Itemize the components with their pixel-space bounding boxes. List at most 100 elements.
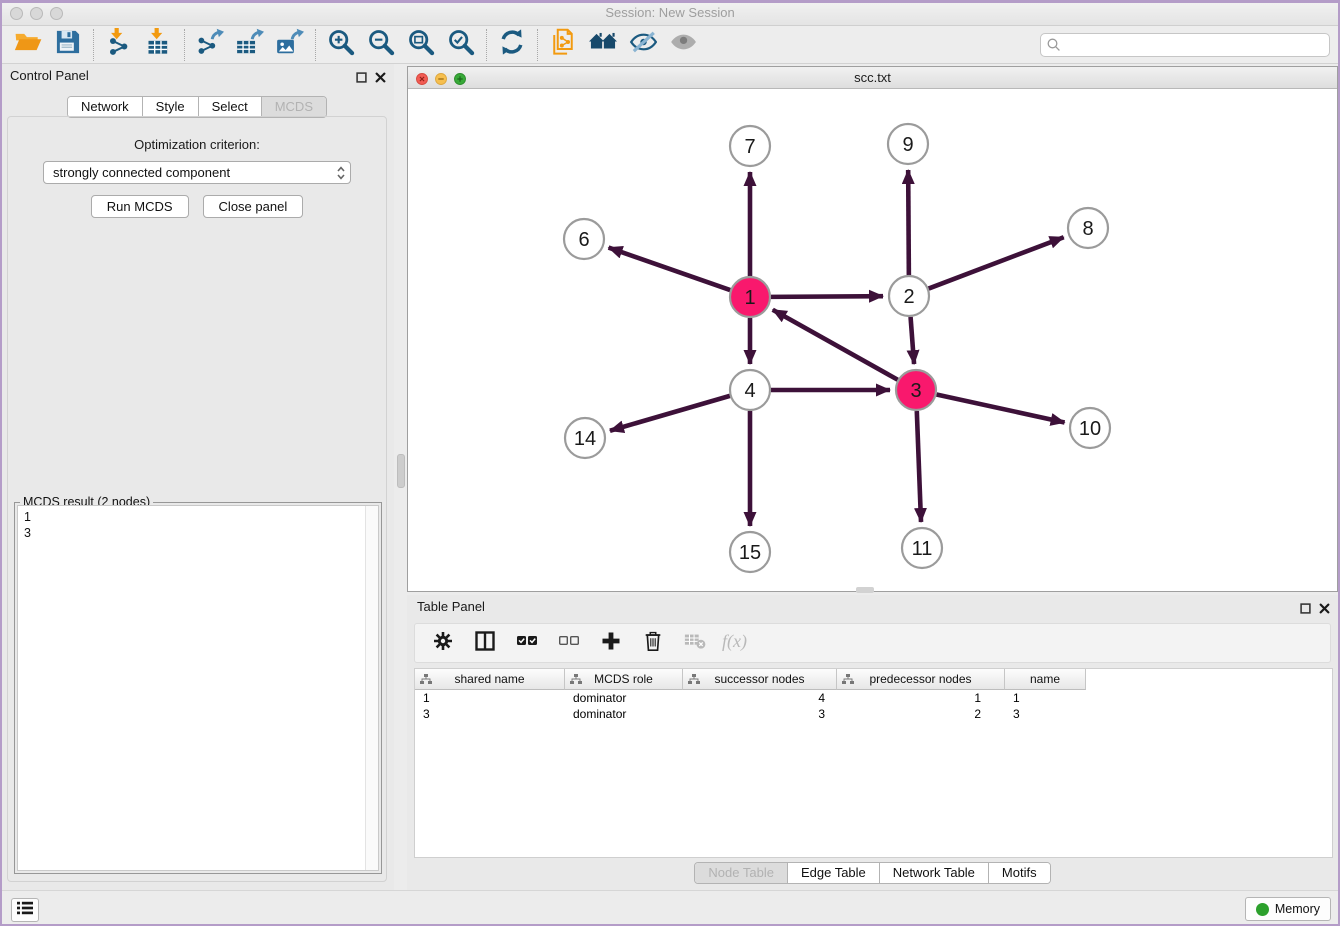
horizontal-splitter-grip[interactable] <box>856 587 874 593</box>
apply-preferred-layout-button[interactable] <box>492 29 532 61</box>
zoom-in-button[interactable] <box>321 29 361 61</box>
show-columns-button[interactable] <box>473 631 497 655</box>
minimize-view-button[interactable] <box>435 72 447 90</box>
graph-edge-2-3[interactable] <box>911 317 915 364</box>
save-session-button[interactable] <box>48 29 88 61</box>
close-window-button[interactable] <box>10 7 23 20</box>
graph-edge-3-11[interactable] <box>917 411 921 522</box>
column-header-shared-name[interactable]: shared name <box>415 669 565 690</box>
table-row[interactable]: 1dominator411 <box>415 690 1332 706</box>
graph-node-15[interactable]: 15 <box>730 532 770 572</box>
column-header-mcds-role[interactable]: MCDS role <box>565 669 683 690</box>
graph-node-9[interactable]: 9 <box>888 124 928 164</box>
graph-node-2[interactable]: 2 <box>889 276 929 316</box>
graph-node-14[interactable]: 14 <box>565 418 605 458</box>
zoom-fit-button[interactable] <box>401 29 441 61</box>
network-canvas[interactable]: 7 9 6 8 1 2 4 3 14 10 15 11 <box>408 89 1337 591</box>
import-network-button[interactable] <box>99 29 139 61</box>
select-all-columns-button[interactable] <box>515 631 539 655</box>
search-input[interactable] <box>1040 33 1330 57</box>
graph-node-label: 4 <box>744 380 755 402</box>
zoom-selected-button[interactable] <box>441 29 481 61</box>
toolbar-separator <box>184 29 185 61</box>
graph-edge-2-8[interactable] <box>929 237 1064 288</box>
column-header-label: successor nodes <box>714 672 804 686</box>
tab-select[interactable]: Select <box>198 97 261 117</box>
maximize-window-button[interactable] <box>50 7 63 20</box>
float-panel-icon[interactable] <box>356 70 367 88</box>
run-mcds-button[interactable]: Run MCDS <box>91 195 189 218</box>
zoom-view-button[interactable] <box>454 72 466 90</box>
panel-splitter-grip[interactable] <box>397 454 405 488</box>
unselect-all-columns-button[interactable] <box>557 631 581 655</box>
zoom-out-button[interactable] <box>361 29 401 61</box>
import-table-button[interactable] <box>139 29 179 61</box>
table-panel: Table Panel f(x) shared nameMCDS role suc… <box>407 595 1338 890</box>
export-image-button[interactable] <box>270 29 310 61</box>
graph-node-label: 1 <box>744 287 755 309</box>
memory-button-label: Memory <box>1275 902 1320 916</box>
graph-node-4[interactable]: 4 <box>730 370 770 410</box>
graph-node-3[interactable]: 3 <box>896 370 936 410</box>
tab-node-table[interactable]: Node Table <box>695 863 787 883</box>
tab-motifs[interactable]: Motifs <box>988 863 1050 883</box>
tab-style[interactable]: Style <box>142 97 198 117</box>
graph-node-11[interactable]: 11 <box>902 528 942 568</box>
memory-button[interactable]: Memory <box>1245 897 1331 921</box>
select-stepper-icon <box>336 165 346 181</box>
graph-edge-2-9[interactable] <box>908 170 909 275</box>
tab-edge-table[interactable]: Edge Table <box>787 863 879 883</box>
delete-columns-button[interactable] <box>641 631 665 655</box>
graph-node-7[interactable]: 7 <box>730 126 770 166</box>
graph-edge-4-14[interactable] <box>610 396 730 431</box>
close-view-button[interactable] <box>416 72 428 90</box>
minimize-window-button[interactable] <box>30 7 43 20</box>
show-columns-icon <box>474 630 496 657</box>
task-history-button[interactable] <box>11 898 39 922</box>
table-row[interactable]: 3dominator323 <box>415 706 1332 722</box>
mcds-result-area[interactable]: 13 <box>17 505 379 871</box>
table-options-gear-button[interactable] <box>431 631 455 655</box>
column-header-successor-nodes[interactable]: successor nodes <box>683 669 837 690</box>
close-panel-button[interactable]: Close panel <box>203 195 304 218</box>
graph-node-8[interactable]: 8 <box>1068 208 1108 248</box>
graph-node-6[interactable]: 6 <box>564 219 604 259</box>
import-table-icon <box>145 28 173 61</box>
network-window-titlebar[interactable]: scc.txt <box>408 67 1337 89</box>
graph-node-1[interactable]: 1 <box>730 277 770 317</box>
clone-network-button[interactable] <box>543 29 583 61</box>
network-overview-icon <box>589 28 617 61</box>
function-builder-icon: f(x) <box>720 630 754 657</box>
table-panel-header: Table Panel <box>407 595 1338 619</box>
create-column-icon <box>600 630 622 657</box>
network-overview-button[interactable] <box>583 29 623 61</box>
close-panel-icon[interactable] <box>375 70 386 88</box>
float-table-panel-icon[interactable] <box>1300 601 1311 619</box>
tab-network[interactable]: Network <box>68 97 142 117</box>
open-session-button[interactable] <box>8 29 48 61</box>
export-network-button[interactable] <box>190 29 230 61</box>
column-header-name[interactable]: name <box>1005 669 1086 690</box>
column-header-label: predecessor nodes <box>869 672 971 686</box>
graph-edge-1-2[interactable] <box>771 296 883 297</box>
close-table-panel-icon[interactable] <box>1319 601 1330 619</box>
window-titlebar[interactable]: Session: New Session <box>0 0 1340 26</box>
window-title: Session: New Session <box>0 0 1340 26</box>
graph-edge-1-6[interactable] <box>609 248 731 290</box>
hide-selected-button[interactable] <box>623 29 663 61</box>
criterion-select[interactable]: strongly connected component <box>43 161 351 184</box>
result-scrollbar[interactable] <box>365 506 378 870</box>
table-cell: dominator <box>565 690 683 706</box>
graph-node-10[interactable]: 10 <box>1070 408 1110 448</box>
tab-network-table[interactable]: Network Table <box>879 863 988 883</box>
export-table-button[interactable] <box>230 29 270 61</box>
graph-edge-3-10[interactable] <box>937 394 1065 422</box>
export-table-icon <box>236 28 264 61</box>
create-column-button[interactable] <box>599 631 623 655</box>
show-all-button[interactable] <box>663 29 703 61</box>
network-title: scc.txt <box>408 67 1337 88</box>
graph-edge-3-1[interactable] <box>773 310 898 380</box>
column-header-predecessor-nodes[interactable]: predecessor nodes <box>837 669 1005 690</box>
tab-mcds[interactable]: MCDS <box>261 97 326 117</box>
result-line: 3 <box>24 525 372 541</box>
